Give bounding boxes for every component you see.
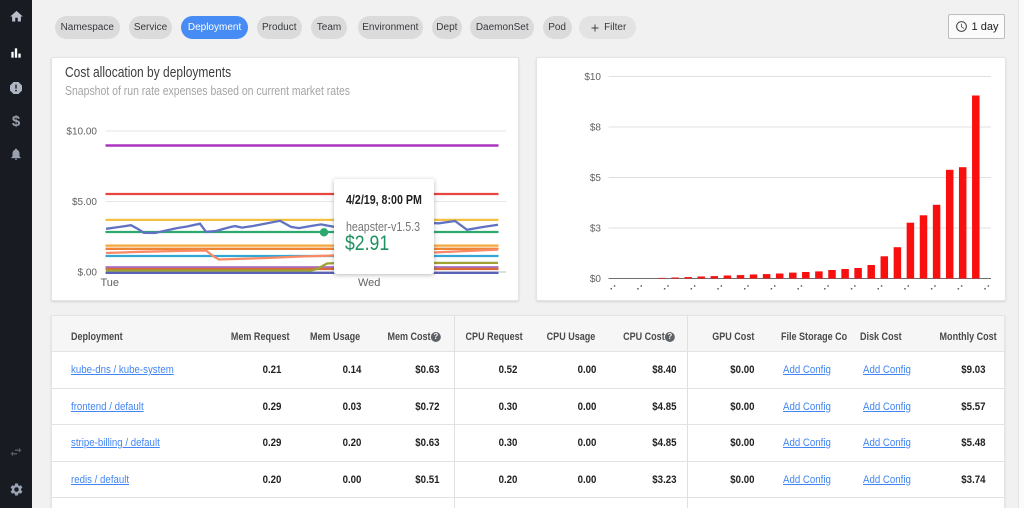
svg-text:$5: $5	[590, 173, 602, 184]
svg-text:$5.00: $5.00	[72, 197, 97, 208]
svg-text:$.00: $.00	[78, 268, 98, 279]
svg-text:$8: $8	[590, 123, 602, 134]
svg-text:Tue: Tue	[101, 277, 120, 289]
svg-text:$3: $3	[590, 224, 602, 235]
svg-text:$0: $0	[590, 274, 602, 285]
svg-text:$10.00: $10.00	[66, 127, 97, 138]
svg-text:$10: $10	[584, 72, 601, 83]
svg-text:Wed: Wed	[358, 277, 380, 289]
